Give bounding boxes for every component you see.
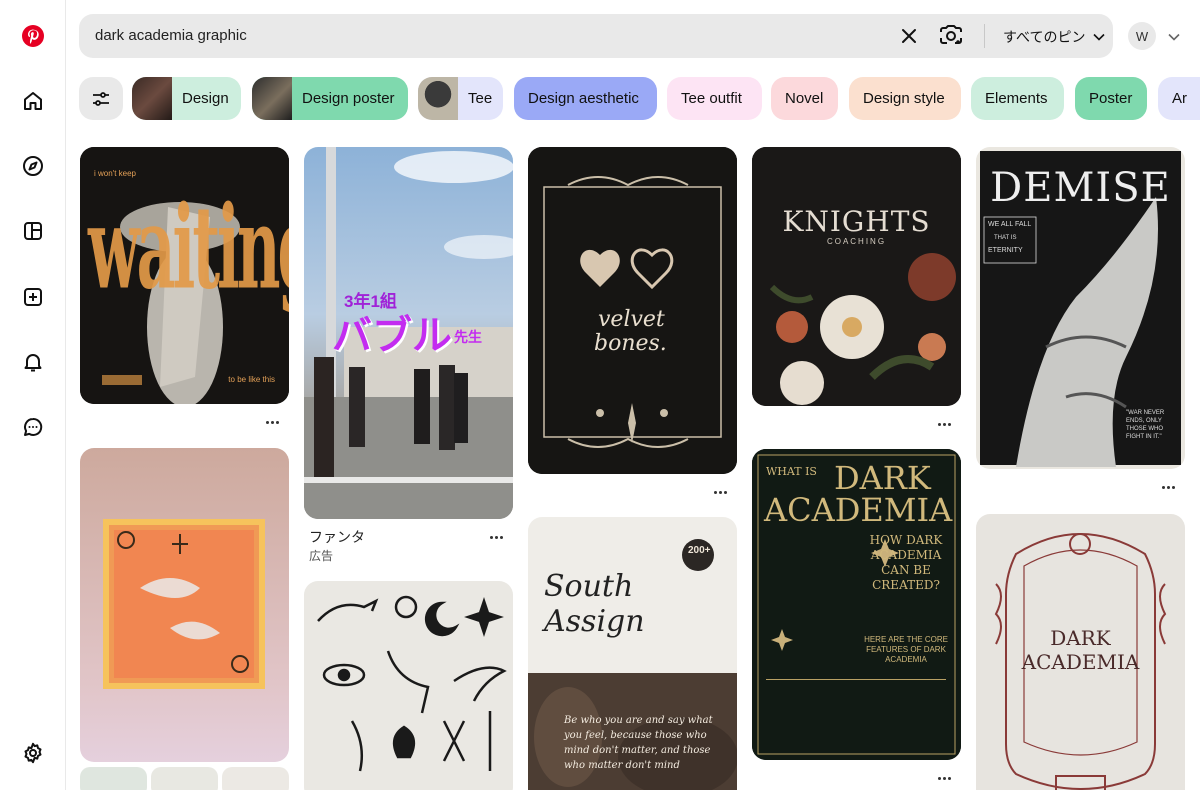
pin-more-button[interactable]	[934, 773, 954, 783]
pin-text-main: waiting	[88, 183, 289, 316]
pin-more-button[interactable]	[262, 417, 282, 427]
chip-label: Design poster	[302, 90, 395, 107]
pin-more-button[interactable]	[934, 419, 954, 429]
pin-preview-thumbnail[interactable]	[151, 767, 218, 790]
chip-elements[interactable]: Elements	[971, 77, 1064, 120]
pin-text-what: WHAT IS	[766, 465, 817, 478]
pin-text-how: HOW DARK ACADEMIA CAN BE CREATED?	[869, 533, 943, 592]
pin-filter-label: すべてのピン	[1003, 29, 1086, 45]
close-icon	[902, 29, 916, 43]
avatar-initial: W	[1135, 28, 1149, 44]
home-icon[interactable]	[13, 81, 53, 121]
clear-search-button[interactable]	[897, 24, 921, 48]
pin-filter-dropdown[interactable]: すべてのピン	[1003, 26, 1106, 48]
pin-text-sub: COACHING	[826, 237, 887, 246]
visual-search-button[interactable]	[937, 23, 965, 49]
pin-text-title: KNIGHTS	[782, 205, 931, 238]
pinterest-search-page: dark academia graphic すべてのピン W Design De…	[0, 0, 1200, 790]
pin-scarf-art[interactable]	[80, 448, 289, 762]
boards-icon[interactable]	[13, 211, 53, 251]
pin-text-bottom: to be like this	[228, 375, 275, 384]
sliders-icon	[93, 91, 109, 106]
pin-tattoo-flash[interactable]	[304, 581, 513, 790]
pin-text-badge: 200+	[688, 545, 711, 556]
pin-image	[317, 595, 507, 772]
settings-icon[interactable]	[13, 733, 53, 773]
pin-text-line2: ACADEMIA	[1021, 650, 1140, 674]
explore-icon[interactable]	[13, 146, 53, 186]
pin-image	[752, 147, 961, 406]
pin-bubble-sensei-ad[interactable]: 3年1組 バブル 先生	[304, 147, 513, 519]
chip-design-poster[interactable]: Design poster	[252, 77, 408, 120]
pin-text-title: DEMISE	[990, 165, 1171, 211]
search-bar[interactable]: dark academia graphic すべてのピン	[79, 14, 1113, 58]
pin-dark-academia-frame[interactable]: DARK ACADEMIA	[976, 514, 1185, 790]
pin-text-big2: ACADEMIA	[764, 491, 953, 529]
promoted-label: 広告	[309, 549, 334, 563]
search-input[interactable]: dark academia graphic	[95, 27, 247, 44]
chip-label: Design aesthetic	[528, 90, 639, 107]
pin-more-button[interactable]	[710, 487, 730, 497]
pin-text-title: South Assign	[544, 569, 645, 639]
chip-design[interactable]: Design	[132, 77, 241, 120]
chip-design-style[interactable]: Design style	[849, 77, 961, 120]
pin-text-quote: "WAR NEVER ENDS, ONLY THOSE WHO FIGHT IN…	[1126, 410, 1165, 440]
pin-preview-thumbnail[interactable]	[80, 767, 147, 790]
avatar[interactable]: W	[1128, 22, 1156, 50]
pin-text-tag2: THAT IS	[994, 235, 1017, 241]
sidebar	[0, 0, 66, 790]
chip-thumbnail	[252, 77, 292, 120]
chip-label: Tee outfit	[681, 90, 742, 107]
chip-label: Design	[182, 90, 229, 107]
filters-button[interactable]	[79, 77, 123, 120]
pin-title[interactable]: ファンタ	[309, 527, 365, 547]
pin-text-tag3: ETERNITY	[988, 247, 1023, 254]
pin-what-is-dark-academia[interactable]: WHAT IS DARK ACADEMIA HOW DARK ACADEMIA …	[752, 449, 961, 760]
pin-text-quote: Be who you are and say what you feel, be…	[564, 715, 713, 771]
pin-text-main1: velvet	[598, 307, 665, 332]
pin-text-tag1: WE ALL FALL	[988, 221, 1032, 228]
pin-demise-poster[interactable]: DEMISE WE ALL FALL THAT IS ETERNITY "WAR…	[976, 147, 1185, 469]
chip-thumbnail	[132, 77, 172, 120]
chip-thumbnail	[418, 77, 458, 120]
pin-preview-thumbnail[interactable]	[222, 767, 289, 790]
camera-icon	[940, 25, 962, 44]
chip-tee[interactable]: Tee	[418, 77, 503, 120]
account-chevron-down-icon[interactable]	[1167, 30, 1181, 44]
pin-image	[103, 519, 265, 689]
chip-label: Ar	[1172, 90, 1187, 107]
pin-velvet-bones[interactable]: velvet bones.	[528, 147, 737, 474]
chip-poster[interactable]: Poster	[1075, 77, 1147, 120]
pin-south-assign-font[interactable]: 200+ South Assign Be who you are and say…	[528, 517, 737, 790]
chevron-down-icon	[1093, 33, 1106, 41]
pin-text-line2: バブル	[332, 314, 452, 358]
pinterest-logo-icon[interactable]	[13, 16, 53, 56]
chip-label: Poster	[1089, 90, 1133, 107]
chip-label: Novel	[785, 90, 824, 107]
chip-tee-outfit[interactable]: Tee outfit	[667, 77, 762, 120]
pin-text-line3: 先生	[454, 329, 482, 345]
chip-novel[interactable]: Novel	[771, 77, 838, 120]
chip-label: Elements	[985, 90, 1048, 107]
pin-knights-coaching[interactable]: KNIGHTS COACHING	[752, 147, 961, 406]
search-divider	[984, 24, 985, 48]
chip-label: Design style	[863, 90, 945, 107]
pin-text-main2: bones.	[594, 331, 667, 356]
pin-text-line1: DARK	[1050, 626, 1111, 650]
messages-icon[interactable]	[13, 407, 53, 447]
pin-more-button[interactable]	[1158, 482, 1178, 492]
chip-ar[interactable]: Ar	[1158, 77, 1200, 120]
pin-waiting-poster[interactable]: i won't keep waiting to be like this	[80, 147, 289, 404]
pin-more-button[interactable]	[486, 532, 506, 542]
pin-text-core: HERE ARE THE CORE FEATURES OF DARK ACADE…	[864, 635, 948, 664]
chip-design-aesthetic[interactable]: Design aesthetic	[514, 77, 657, 120]
notifications-icon[interactable]	[13, 342, 53, 382]
chip-label: Tee	[468, 90, 493, 107]
create-icon[interactable]	[13, 277, 53, 317]
pin-text-top: i won't keep	[94, 169, 136, 178]
